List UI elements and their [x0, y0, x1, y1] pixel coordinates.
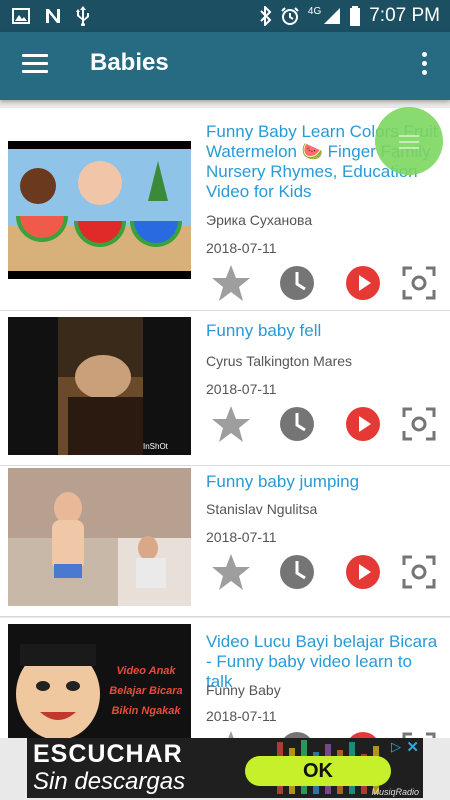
status-time: 7:07 PM: [369, 5, 440, 26]
favorite-star-icon[interactable]: [210, 551, 252, 593]
battery-icon: [350, 6, 361, 26]
network-type: 4G: [307, 5, 322, 17]
video-card[interactable]: InShOt Funny baby fell Cyrus Talkington …: [0, 311, 450, 466]
thumbnail-caption-line: Video Anak: [116, 665, 176, 677]
video-thumbnail[interactable]: Video Anak Belajar Bicara Bikin Ngakak: [8, 624, 191, 738]
ad-ok-button[interactable]: OK: [245, 756, 391, 786]
video-actions: [210, 551, 440, 593]
thumbnail-watermark: InShOt: [143, 442, 169, 451]
floating-action-button[interactable]: [375, 107, 443, 175]
n-app-notification-icon: [46, 9, 60, 23]
video-actions: [210, 262, 440, 304]
watch-later-clock-icon[interactable]: [276, 551, 318, 593]
page-title: Babies: [90, 49, 169, 76]
watch-later-clock-icon[interactable]: [276, 728, 318, 738]
favorite-star-icon[interactable]: [210, 728, 252, 738]
status-bar: 4G 7:07 PM: [0, 0, 450, 32]
play-icon[interactable]: [342, 728, 384, 738]
video-actions: [210, 403, 440, 445]
favorite-star-icon[interactable]: [210, 262, 252, 304]
alarm-icon: [281, 7, 299, 25]
thumbnail-caption-line: Belajar Bicara: [109, 685, 182, 697]
fullscreen-focus-icon[interactable]: [398, 728, 440, 738]
video-author: Stanislav Ngulitsa: [206, 501, 318, 517]
video-thumbnail[interactable]: InShOt: [8, 317, 191, 455]
ad-headline: ESCUCHAR: [33, 740, 183, 768]
video-date: 2018-07-11: [206, 529, 277, 545]
adchoices-icon[interactable]: ▷: [391, 739, 401, 755]
app-bar: Babies: [0, 32, 450, 100]
ad-subline: Sin descargas: [33, 768, 186, 795]
video-author: Cyrus Talkington Mares: [206, 353, 353, 369]
video-card[interactable]: Video Anak Belajar Bicara Bikin Ngakak V…: [0, 618, 450, 738]
thumbnail-caption-line: Bikin Ngakak: [111, 705, 181, 717]
ad-brand: MusiqRadio: [371, 787, 419, 797]
play-icon[interactable]: [342, 551, 384, 593]
signal-icon: [324, 8, 341, 24]
video-date: 2018-07-11: [206, 240, 277, 256]
watch-later-clock-icon[interactable]: [276, 262, 318, 304]
video-thumbnail[interactable]: [8, 141, 191, 279]
video-title[interactable]: Funny baby jumping: [206, 472, 442, 492]
ad-close-icon[interactable]: ✕: [406, 738, 419, 756]
video-list[interactable]: Funny Baby Learn Colors Fruit Watermelon…: [0, 108, 450, 738]
favorite-star-icon[interactable]: [210, 403, 252, 445]
video-author: Эрика Суханова: [206, 212, 313, 228]
fullscreen-focus-icon[interactable]: [398, 262, 440, 304]
hamburger-menu-icon[interactable]: [22, 54, 48, 74]
video-card[interactable]: Funny baby jumping Stanislav Ngulitsa 20…: [0, 466, 450, 617]
video-date: 2018-07-11: [206, 381, 277, 397]
bluetooth-icon: [260, 6, 272, 26]
video-thumbnail[interactable]: [8, 468, 191, 606]
overflow-menu-icon[interactable]: [422, 52, 428, 79]
ad-banner[interactable]: ESCUCHAR Sin descargas OK ▷ ✕ MusiqRadio: [27, 738, 423, 798]
image-notification-icon: [12, 8, 30, 24]
play-icon[interactable]: [342, 403, 384, 445]
fullscreen-focus-icon[interactable]: [398, 551, 440, 593]
watch-later-clock-icon[interactable]: [276, 403, 318, 445]
video-author: Funny Baby: [206, 682, 281, 698]
video-date: 2018-07-11: [206, 708, 277, 724]
fullscreen-focus-icon[interactable]: [398, 403, 440, 445]
video-actions: [210, 728, 440, 738]
usb-icon: [76, 6, 89, 26]
play-icon[interactable]: [342, 262, 384, 304]
video-title[interactable]: Funny baby fell: [206, 321, 442, 341]
